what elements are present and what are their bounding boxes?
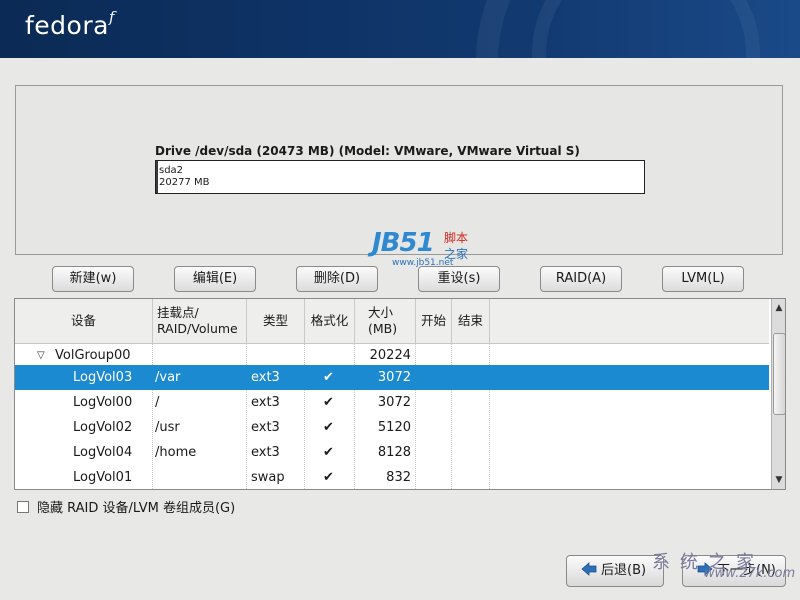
hide-raid-checkbox[interactable] (17, 501, 29, 513)
cell-type: ext3 (251, 420, 280, 435)
delete-button[interactable]: 删除(D) (296, 266, 378, 292)
column-header-label: 格式化 (310, 313, 349, 328)
watermark-cn-top: 脚本 (444, 231, 469, 245)
check-icon: ✔ (323, 470, 334, 485)
column-header-label: 结束 (457, 313, 483, 328)
partition-bar[interactable]: sda2 20277 MB (155, 160, 645, 194)
cell-device: LogVol03 (73, 370, 133, 385)
back-button[interactable]: 后退(B) (566, 555, 664, 587)
cell-size: 3072 (377, 370, 411, 385)
table-row[interactable]: LogVol01 swap ✔ 832 (15, 465, 769, 489)
cell-device: LogVol00 (73, 395, 133, 410)
scrollbar-thumb[interactable] (773, 333, 785, 415)
banner-decoration (532, 0, 760, 58)
column-header-label: 大小 (MB) (368, 305, 398, 336)
cell-type: ext3 (251, 370, 280, 385)
cell-size: 5120 (377, 420, 411, 435)
column-header-format[interactable]: 格式化 (305, 299, 355, 343)
column-header-start[interactable]: 开始 (416, 299, 452, 343)
cell-mount: / (155, 395, 160, 410)
reset-button[interactable]: 重设(s) (418, 266, 500, 292)
cell-mount: /home (155, 445, 197, 460)
column-header-end[interactable]: 结束 (452, 299, 490, 343)
edit-button[interactable]: 编辑(E) (174, 266, 256, 292)
scroll-down-icon[interactable]: ▼ (773, 473, 785, 487)
table-header: 设备 挂载点/ RAID/Volume 类型 格式化 大小 (MB) 开始 结束 (15, 299, 769, 344)
column-header-device[interactable]: 设备 (15, 299, 153, 343)
column-header-label: 类型 (262, 313, 288, 328)
check-icon: ✔ (323, 420, 334, 435)
partition-size: 20277 MB (159, 177, 210, 188)
lvm-button[interactable]: LVM(L) (662, 266, 744, 292)
fedora-banner: fedora f (0, 0, 800, 58)
table-row[interactable]: LogVol04 /home ext3 ✔ 8128 (15, 440, 769, 465)
column-header-label: 挂载点/ RAID/Volume (157, 305, 238, 336)
cell-mount: /usr (155, 420, 180, 435)
cell-type: swap (251, 470, 285, 485)
check-icon: ✔ (323, 370, 334, 385)
fedora-logo: fedora (25, 11, 109, 40)
partition-name: sda2 (159, 165, 184, 176)
cell-size: 3072 (377, 395, 411, 410)
check-icon: ✔ (323, 445, 334, 460)
check-icon: ✔ (323, 395, 334, 410)
table-row[interactable]: LogVol02 /usr ext3 ✔ 5120 (15, 415, 769, 440)
site-watermark-url: www.27k.com (704, 566, 796, 581)
column-header-label: 开始 (420, 313, 446, 328)
cell-type: ext3 (251, 395, 280, 410)
raid-button[interactable]: RAID(A) (540, 266, 622, 292)
cell-device: LogVol02 (73, 420, 133, 435)
column-header-size[interactable]: 大小 (MB) (355, 299, 416, 343)
hide-raid-option[interactable]: 隐藏 RAID 设备/LVM 卷组成员(G) (17, 497, 235, 516)
back-arrow-icon (581, 562, 597, 576)
new-button[interactable]: 新建(w) (52, 266, 134, 292)
table-row[interactable]: LogVol03 /var ext3 ✔ 3072 (15, 365, 769, 390)
watermark-logo: JB51 (372, 228, 435, 258)
fedora-infinity-icon: f (109, 8, 115, 26)
cell-size: 832 (386, 470, 411, 485)
vertical-scrollbar[interactable]: ▲ ▼ (771, 299, 785, 489)
column-header-mount[interactable]: 挂载点/ RAID/Volume (153, 299, 247, 343)
back-label: 后退(B) (601, 563, 647, 578)
partition-table: 设备 挂载点/ RAID/Volume 类型 格式化 大小 (MB) 开始 结束… (14, 298, 786, 490)
column-header-label: 设备 (70, 313, 96, 328)
cell-device: LogVol01 (73, 470, 133, 485)
cell-mount: /var (155, 370, 181, 385)
cell-type: ext3 (251, 445, 280, 460)
column-header-type[interactable]: 类型 (247, 299, 305, 343)
drive-title: Drive /dev/sda (20473 MB) (Model: VMware… (155, 144, 580, 158)
scroll-up-icon[interactable]: ▲ (773, 301, 785, 315)
table-row[interactable]: LogVol00 / ext3 ✔ 3072 (15, 390, 769, 415)
hide-raid-label: 隐藏 RAID 设备/LVM 卷组成员(G) (37, 501, 236, 516)
cell-device: LogVol04 (73, 445, 133, 460)
cell-size: 8128 (377, 445, 411, 460)
partition-cursor (156, 161, 158, 193)
